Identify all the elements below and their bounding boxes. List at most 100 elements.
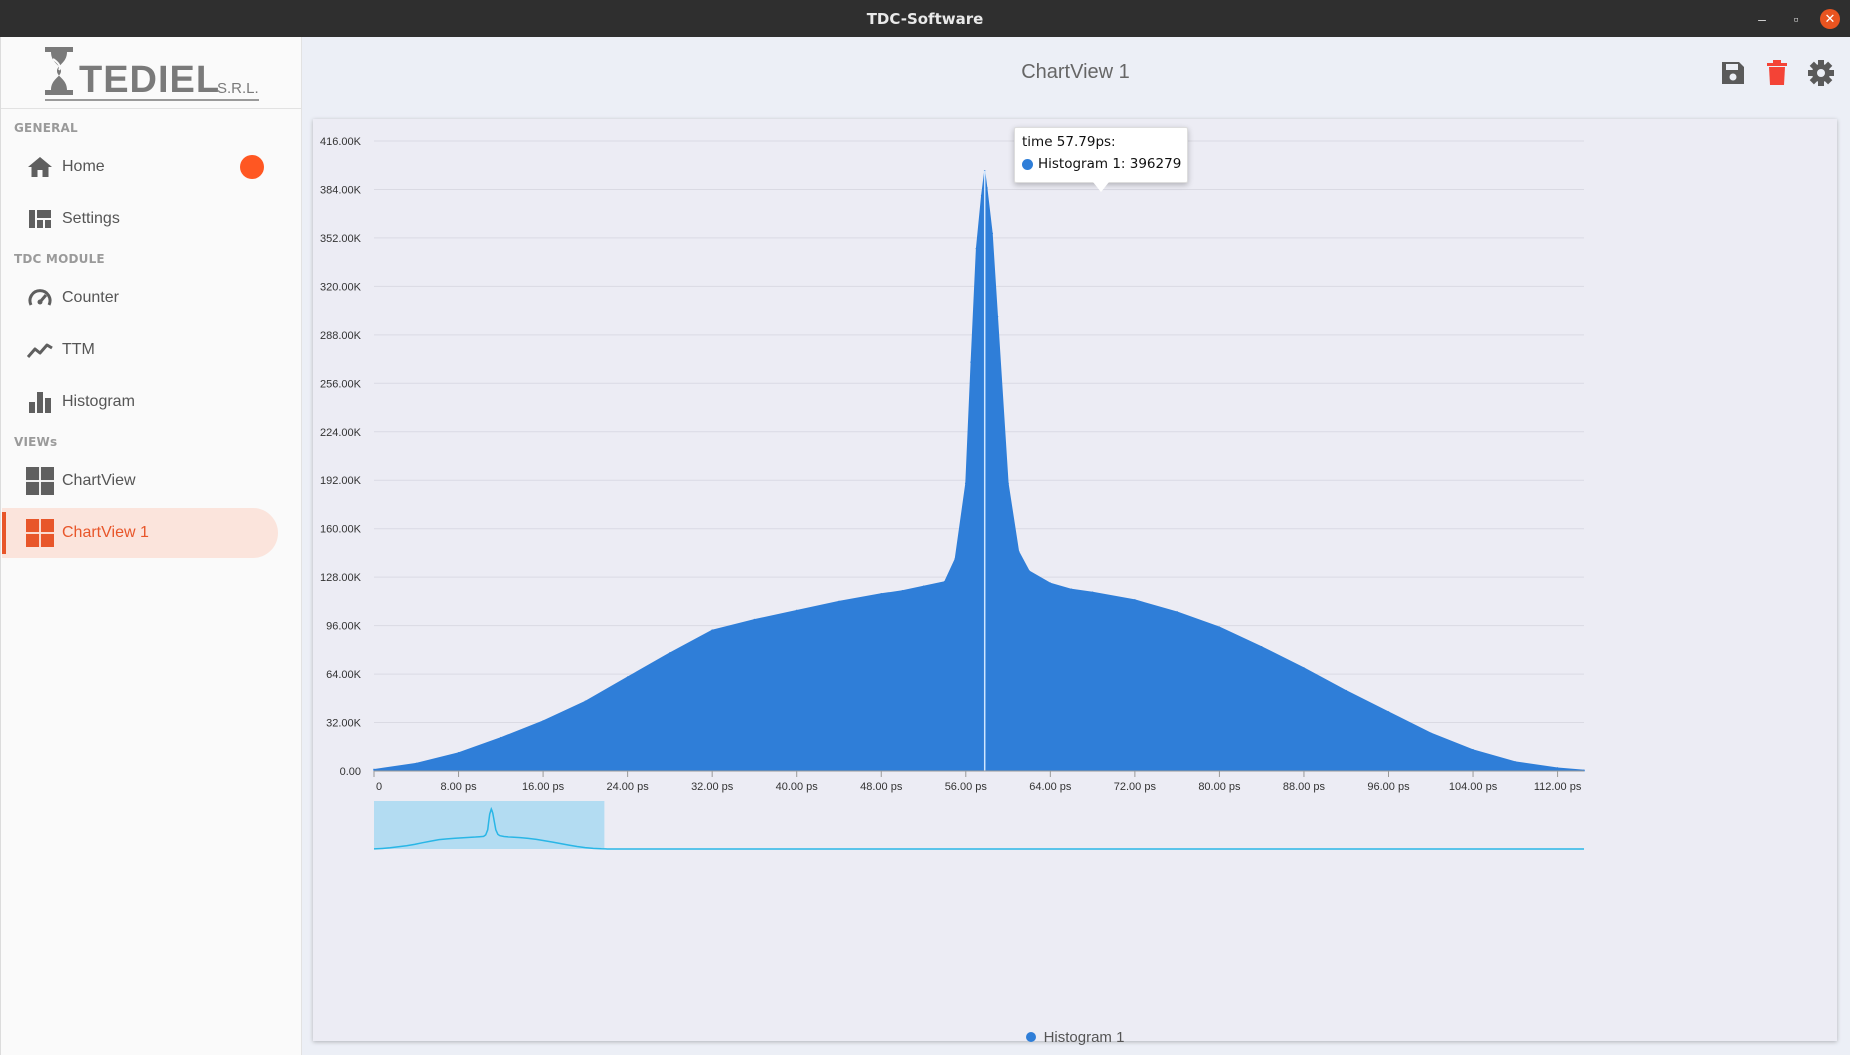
- x-tick-label: 104.00 ps: [1449, 781, 1498, 793]
- data-point: [970, 361, 972, 363]
- sidebar-item-home[interactable]: Home: [2, 142, 278, 192]
- data-point: [1134, 599, 1136, 601]
- data-point: [943, 580, 946, 583]
- navigator-selection[interactable]: [374, 801, 605, 849]
- trash-icon: [1767, 60, 1787, 85]
- data-point: [991, 232, 994, 235]
- x-tick-label: 40.00 ps: [776, 781, 819, 793]
- window-title: TDC-Software: [866, 10, 984, 28]
- sidebar-item-label: Home: [62, 158, 105, 175]
- sidebar-item-label: ChartView: [62, 472, 136, 489]
- y-tick-label: 416.00K: [320, 136, 362, 148]
- x-tick-label: 8.00 ps: [440, 781, 477, 793]
- sidebar-item-ttm[interactable]: TTM: [2, 325, 278, 375]
- home-icon: [26, 153, 54, 181]
- data-point: [753, 618, 756, 621]
- data-point: [922, 585, 925, 588]
- sidebar-item-chartview[interactable]: ChartView: [2, 456, 278, 506]
- delete-button[interactable]: [1761, 57, 1793, 89]
- sidebar-item-label: ChartView 1: [62, 524, 149, 541]
- data-point: [795, 609, 798, 612]
- sidebar-item-settings[interactable]: Settings: [2, 194, 278, 244]
- data-point: [1218, 626, 1221, 628]
- save-icon: [1722, 62, 1744, 84]
- save-button[interactable]: [1717, 57, 1749, 89]
- bar-chart-icon: [26, 388, 54, 416]
- y-tick-label: 320.00K: [320, 281, 362, 293]
- data-point: [415, 762, 418, 765]
- data-point: [1049, 582, 1052, 585]
- data-point: [838, 600, 840, 603]
- data-point: [542, 720, 544, 722]
- y-tick-label: 32.00K: [326, 718, 362, 730]
- main-content: ChartView 1 0.00 32.00K 64.00K 96.00K 12…: [301, 37, 1850, 1055]
- sidebar-item-histogram[interactable]: Histogram: [2, 377, 278, 427]
- data-point: [584, 700, 587, 703]
- y-tick-label: 384.00K: [320, 184, 362, 196]
- y-tick-label: 128.00K: [320, 572, 362, 584]
- chart-legend[interactable]: Histogram 1: [313, 1027, 1837, 1047]
- data-point: [500, 736, 502, 739]
- close-icon[interactable]: ✕: [1820, 9, 1840, 29]
- sidebar-item-label: Histogram: [62, 393, 135, 410]
- data-point: [1303, 667, 1305, 669]
- tooltip-title: time 57.79ps:: [1022, 134, 1116, 150]
- sidebar-item-counter[interactable]: Counter: [2, 273, 278, 323]
- y-tick-label: 96.00K: [326, 621, 362, 633]
- data-point: [1514, 761, 1517, 763]
- brand-suffix: S.R.L.: [217, 80, 259, 97]
- histogram-chart[interactable]: 0.00 32.00K 64.00K 96.00K 128.00K 160.00K 192.…: [313, 119, 1837, 1041]
- data-point: [1070, 588, 1073, 591]
- logo: TEDIEL S.R.L.: [1, 37, 301, 109]
- tooltip-series-value: Histogram 1: 396279: [1038, 156, 1182, 172]
- sidebar-item-label: TTM: [62, 341, 95, 358]
- data-point: [711, 629, 713, 631]
- data-point: [373, 768, 375, 771]
- data-point: [1387, 711, 1390, 713]
- data-point: [1472, 748, 1474, 751]
- tediel-logo: TEDIEL S.R.L.: [45, 47, 259, 101]
- y-tick-label: 256.00K: [320, 378, 362, 390]
- data-point: [457, 752, 460, 754]
- sidebar-item-chartview-1[interactable]: ChartView 1: [2, 508, 278, 558]
- tooltip-series: Histogram 1: 396279: [1022, 156, 1181, 172]
- data-point: [964, 482, 967, 485]
- x-tick-label: 48.00 ps: [860, 781, 903, 793]
- section-label-views: VIEWs: [14, 435, 58, 449]
- data-point: [996, 315, 999, 318]
- y-tick-label: 160.00K: [320, 524, 362, 536]
- x-tick-label: 112.00 ps: [1534, 781, 1582, 793]
- settings-button[interactable]: [1805, 57, 1837, 89]
- minimize-icon[interactable]: –: [1752, 9, 1772, 29]
- restore-icon[interactable]: ▫: [1786, 9, 1806, 29]
- x-tick-label: 72.00 ps: [1114, 781, 1157, 793]
- x-tick-label: 64.00 ps: [1029, 781, 1072, 793]
- data-point: [980, 194, 983, 197]
- histogram-1-area[interactable]: [373, 170, 1585, 772]
- x-tick-label: 24.00 ps: [607, 781, 650, 793]
- section-label-general: GENERAL: [14, 121, 78, 135]
- y-tick-label: 352.00K: [320, 233, 362, 245]
- chart-card: 0.00 32.00K 64.00K 96.00K 128.00K 160.00K 192.…: [313, 119, 1837, 1046]
- settings-dashboard-icon: [26, 205, 54, 233]
- y-tick-label: 0.00: [340, 766, 361, 778]
- header: ChartView 1: [301, 37, 1850, 109]
- data-point: [1260, 646, 1263, 648]
- brand-name: TEDIEL: [79, 59, 220, 101]
- series-color-dot: [1022, 158, 1033, 170]
- data-point: [1017, 550, 1020, 553]
- data-point: [986, 187, 988, 189]
- x-tick-label: 16.00 ps: [522, 781, 565, 793]
- x-tick-label: 56.00 ps: [945, 781, 988, 793]
- title-bar: TDC-Software – ▫ ✕: [0, 0, 1850, 37]
- data-point: [1345, 689, 1348, 692]
- data-point: [1028, 570, 1030, 572]
- x-tick-label: 88.00 ps: [1283, 781, 1326, 793]
- notification-badge: [240, 155, 264, 179]
- data-point: [1007, 482, 1009, 485]
- data-point: [669, 652, 671, 654]
- sidebar-item-label: Settings: [62, 210, 120, 227]
- data-point: [975, 247, 978, 250]
- data-point: [1091, 591, 1094, 594]
- data-point: [1429, 732, 1432, 734]
